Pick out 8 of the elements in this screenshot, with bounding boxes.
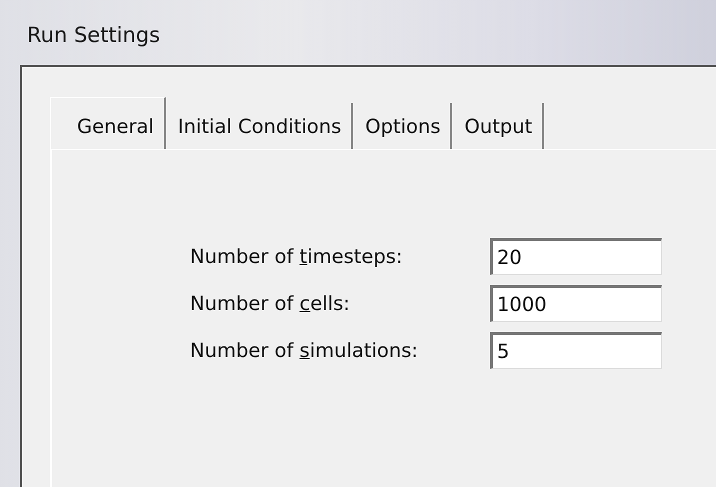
field-label: Number of simulations: bbox=[190, 338, 419, 364]
field-label: Number of timesteps: bbox=[190, 244, 404, 270]
field-label: Number of cells: bbox=[190, 290, 351, 317]
input-field[interactable]: 1000 bbox=[490, 285, 662, 322]
tab[interactable]: General bbox=[50, 97, 166, 149]
input-field[interactable]: 5 bbox=[490, 332, 662, 369]
input-field[interactable]: 20 bbox=[490, 238, 662, 275]
window-title: Run Settings bbox=[27, 25, 160, 46]
